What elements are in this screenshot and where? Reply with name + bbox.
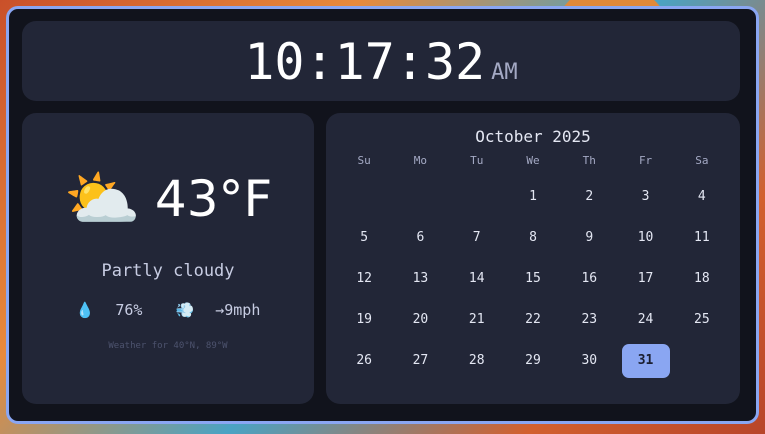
calendar-day-number: 3 — [641, 189, 650, 204]
calendar-day[interactable]: 19 — [336, 299, 392, 340]
calendar-day-number: 12 — [356, 271, 372, 286]
calendar-day-number: 29 — [525, 353, 541, 368]
calendar-day-number: 17 — [637, 271, 654, 286]
calendar-day[interactable]: 6 — [392, 217, 448, 258]
calendar-day[interactable]: 21 — [449, 299, 505, 340]
calendar-day-number: 15 — [525, 271, 541, 286]
calendar-day-number: 6 — [416, 230, 425, 245]
calendar-day-number: 7 — [472, 230, 481, 245]
calendar-day-number: 25 — [694, 312, 710, 327]
calendar-day[interactable]: 14 — [449, 258, 505, 299]
calendar-day[interactable]: 8 — [505, 217, 561, 258]
calendar-day[interactable]: 26 — [336, 340, 392, 381]
humidity-value: 76% — [115, 301, 143, 319]
temperature: 43°F — [154, 170, 273, 228]
weather-main: ⛅ 43°F — [22, 168, 314, 230]
calendar-day-number: 26 — [356, 353, 372, 368]
calendar-day-number: 11 — [694, 230, 710, 245]
calendar-day[interactable]: 28 — [449, 340, 505, 381]
calendar-blank — [336, 176, 392, 217]
calendar-day-number: 14 — [468, 271, 485, 286]
clock-panel: 10:17:32 AM — [22, 21, 740, 101]
calendar-day[interactable]: 15 — [505, 258, 561, 299]
weekday-label: Su — [357, 154, 371, 167]
wind-stat: 💨 →9mph — [169, 301, 266, 319]
calendar-day-number: 27 — [412, 353, 429, 368]
calendar-day-number: 1 — [529, 189, 537, 204]
humidity-stat: 💧 76% — [70, 301, 149, 319]
calendar-day-number: 18 — [694, 271, 710, 286]
calendar-day-number: 2 — [585, 189, 594, 204]
calendar-day-number: 20 — [412, 312, 429, 327]
weekday-label: Fr — [638, 154, 653, 167]
weekday-header: Su Mo Tu We Th Fr Sa — [336, 151, 730, 171]
weekday-label: We — [526, 154, 540, 167]
calendar-day[interactable]: 16 — [561, 258, 617, 299]
calendar-day[interactable]: 13 — [392, 258, 448, 299]
weekday-label: Th — [582, 154, 596, 167]
calendar-day-number: 31 — [621, 343, 670, 378]
calendar-days: 1 2 3 4 5 6 7 8 9 10 11 12 13 14 15 16 17 18 19 20 21 22 23 24 2… — [336, 176, 730, 381]
calendar-day[interactable]: 10 — [617, 217, 673, 258]
calendar-panel: October 2025 Su Mo Tu We Th Fr Sa 1 2 3 4 5 6 7 8 9 10 1… — [326, 113, 740, 404]
weekday-label: Tu — [470, 154, 484, 167]
calendar-day[interactable]: 9 — [561, 217, 617, 258]
calendar-day-number: 9 — [585, 230, 594, 245]
calendar-day[interactable]: 11 — [674, 217, 730, 258]
calendar-blank — [449, 176, 505, 217]
calendar-grid: Su Mo Tu We Th Fr Sa 1 2 3 4 5 6 7 8 9 10 11 12 13 14 15 16 17… — [336, 151, 730, 381]
calendar-day-number: 10 — [637, 230, 654, 245]
calendar-day[interactable]: 18 — [674, 258, 730, 299]
weekday-label: Sa — [695, 154, 709, 167]
calendar-day[interactable]: 1 — [505, 176, 561, 217]
weather-stats: 💧 76% 💨 →9mph — [22, 301, 314, 319]
calendar-day[interactable]: 22 — [505, 299, 561, 340]
calendar-day[interactable]: 30 — [561, 340, 617, 381]
calendar-day[interactable]: 23 — [561, 299, 617, 340]
weekday-label: Mo — [413, 154, 428, 167]
dashboard-window: 10:17:32 AM ⛅ 43°F Partly cloudy 💧 76% 💨 →… — [6, 6, 759, 424]
calendar-day-number: 23 — [581, 312, 598, 327]
calendar-day[interactable]: 17 — [617, 258, 673, 299]
calendar-day-number: 21 — [468, 312, 485, 327]
calendar-day-number: 8 — [529, 230, 537, 245]
calendar-title: October 2025 — [475, 127, 591, 146]
calendar-day[interactable]: 20 — [392, 299, 448, 340]
clock-ampm: AM — [491, 60, 518, 85]
calendar-day-today[interactable]: 31 — [617, 340, 673, 381]
partly-cloudy-icon: ⛅ — [63, 162, 141, 235]
calendar-day[interactable]: 25 — [674, 299, 730, 340]
wind-value: →9mph — [215, 301, 261, 319]
wind-icon: 💨 — [175, 301, 195, 319]
calendar-day[interactable]: 12 — [336, 258, 392, 299]
weather-panel: ⛅ 43°F Partly cloudy 💧 76% 💨 →9mph Weathe… — [22, 113, 314, 404]
calendar-day-number: 16 — [581, 271, 598, 286]
calendar-day[interactable]: 4 — [674, 176, 730, 217]
droplet-icon: 💧 — [75, 301, 95, 319]
calendar-day-number: 28 — [468, 353, 485, 368]
calendar-day-number: 13 — [412, 271, 429, 286]
calendar-day-number: 30 — [581, 353, 598, 368]
calendar-blank — [392, 176, 448, 217]
calendar-day[interactable]: 2 — [561, 176, 617, 217]
calendar-day-number: 5 — [360, 230, 369, 245]
calendar-day[interactable]: 3 — [617, 176, 673, 217]
clock-time: 10:17:32 — [244, 33, 486, 91]
calendar-day[interactable]: 24 — [617, 299, 673, 340]
calendar-day-number: 24 — [637, 312, 654, 327]
weather-location: Weather for 40°N, 89°W — [108, 341, 228, 351]
calendar-day-number: 19 — [356, 312, 372, 327]
calendar-day[interactable]: 29 — [505, 340, 561, 381]
calendar-day-number: 22 — [525, 312, 541, 327]
weather-condition: Partly cloudy — [101, 261, 235, 281]
calendar-day[interactable]: 27 — [392, 340, 448, 381]
clock: 10:17:32 AM — [22, 33, 740, 91]
calendar-day[interactable]: 5 — [336, 217, 392, 258]
calendar-day-number: 4 — [697, 189, 706, 204]
calendar-day[interactable]: 7 — [449, 217, 505, 258]
